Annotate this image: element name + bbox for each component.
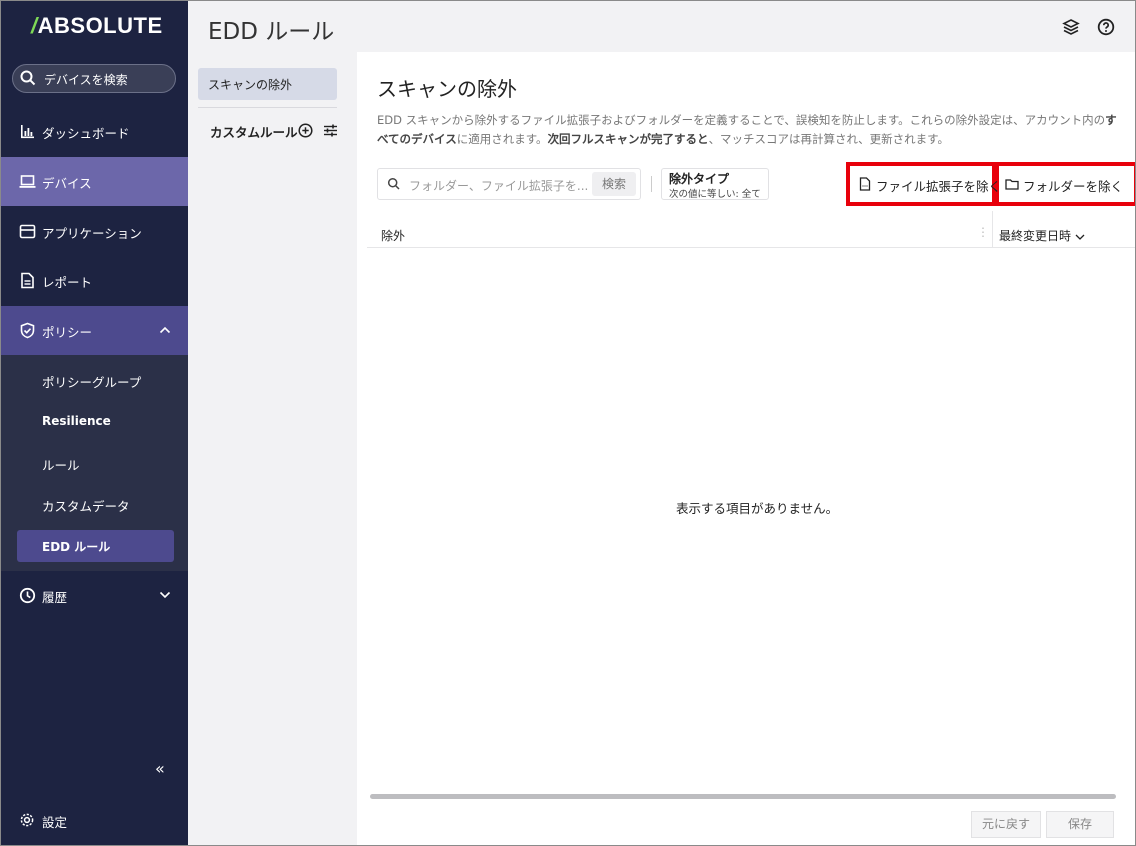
- search-icon: [387, 177, 400, 190]
- gear-icon: [20, 813, 34, 827]
- search-button[interactable]: 検索: [592, 172, 636, 196]
- save-button[interactable]: 保存: [1046, 811, 1114, 838]
- submenu-rules[interactable]: ルール: [42, 455, 80, 474]
- submenu-resilience[interactable]: Resilience: [42, 414, 111, 428]
- shield-check-icon: [20, 322, 35, 339]
- device-search[interactable]: デバイスを検索: [12, 64, 176, 93]
- undo-button[interactable]: 元に戻す: [971, 811, 1041, 838]
- nav-policies-label: ポリシー: [42, 325, 93, 340]
- bar-chart-icon: [21, 125, 34, 139]
- empty-state-message: 表示する項目がありません。: [676, 501, 839, 516]
- exclude-file-extension-label: ファイル拡張子を除く: [876, 179, 1002, 194]
- nav-devices-label: デバイス: [42, 176, 92, 191]
- divider: [651, 176, 652, 192]
- search-icon: [20, 70, 36, 86]
- folder-icon: [1005, 179, 1019, 190]
- nav-history[interactable]: 履歴: [1, 571, 188, 620]
- nav-settings-label: 設定: [42, 815, 68, 830]
- scan-exclusions-tab-label: スキャンの除外: [208, 78, 293, 92]
- device-search-label: デバイスを検索: [44, 73, 128, 87]
- nav-applications-label: アプリケーション: [42, 226, 142, 241]
- submenu-custom-data[interactable]: カスタムデータ: [42, 496, 130, 515]
- exclusion-search-box[interactable]: フォルダー、ファイル拡張子を... 検索: [377, 168, 641, 200]
- clock-icon: [19, 587, 36, 604]
- nav-devices[interactable]: デバイス: [1, 157, 188, 206]
- exclude-folder-label: フォルダーを除く: [1023, 179, 1124, 194]
- submenu-policy-groups[interactable]: ポリシーグループ: [42, 372, 141, 391]
- nav-policies[interactable]: ポリシー: [1, 306, 188, 355]
- table-header: 除外 ⋮ 最終変更日時: [367, 211, 1135, 248]
- collapse-sidebar-icon[interactable]: «: [155, 759, 165, 778]
- nav-history-label: 履歴: [42, 590, 68, 605]
- nav-dashboard[interactable]: ダッシュボード: [1, 107, 188, 156]
- add-circle-icon[interactable]: [298, 123, 313, 138]
- column-header-last-modified[interactable]: 最終変更日時: [999, 227, 1085, 244]
- nav-reports-label: レポート: [42, 275, 93, 290]
- scan-exclusions-tab[interactable]: スキャンの除外: [198, 68, 337, 100]
- help-icon[interactable]: [1097, 18, 1115, 36]
- absolute-logo[interactable]: /ABSOLUTE: [31, 13, 163, 39]
- chevron-up-icon[interactable]: [158, 323, 172, 337]
- file-icon: [859, 177, 871, 191]
- exclude-folder-button[interactable]: フォルダーを除く: [1001, 169, 1131, 199]
- layers-icon[interactable]: [1062, 18, 1080, 36]
- filter-title: 除外タイプ: [669, 172, 730, 186]
- horizontal-scrollbar[interactable]: [370, 794, 1116, 799]
- column-divider[interactable]: [992, 211, 993, 247]
- section-description: EDD スキャンから除外するファイル拡張子およびフォルダーを定義することで、誤検…: [377, 113, 1117, 146]
- nav-dashboard-label: ダッシュボード: [42, 126, 130, 141]
- application-window-icon: [19, 224, 36, 239]
- page-title: EDD ルール: [208, 19, 335, 45]
- divider: [198, 107, 337, 108]
- filter-sliders-icon[interactable]: [323, 123, 338, 138]
- custom-rules-heading: カスタムルール: [210, 125, 298, 140]
- section-title: スキャンの除外: [377, 77, 517, 101]
- exclude-file-extension-button[interactable]: ファイル拡張子を除く: [854, 169, 1001, 199]
- exclusion-search-placeholder: フォルダー、ファイル拡張子を...: [409, 179, 589, 193]
- submenu-edd-rules[interactable]: EDD ルール: [42, 538, 110, 555]
- exclusion-type-filter[interactable]: 除外タイプ 次の値に等しい: 全て: [661, 168, 769, 200]
- document-icon: [21, 272, 34, 289]
- nav-applications[interactable]: アプリケーション: [1, 207, 188, 256]
- filter-value: 次の値に等しい: 全て: [669, 189, 761, 200]
- chevron-down-icon[interactable]: [158, 588, 172, 602]
- column-header-exclusion[interactable]: 除外: [381, 227, 405, 244]
- sidebar: /ABSOLUTE デバイスを検索 ダッシュボード デバイス アプリケーション …: [1, 1, 188, 845]
- column-menu-icon[interactable]: ⋮: [977, 225, 989, 239]
- nav-reports[interactable]: レポート: [1, 256, 188, 305]
- chevron-down-icon: [1075, 234, 1085, 240]
- laptop-icon: [19, 175, 36, 188]
